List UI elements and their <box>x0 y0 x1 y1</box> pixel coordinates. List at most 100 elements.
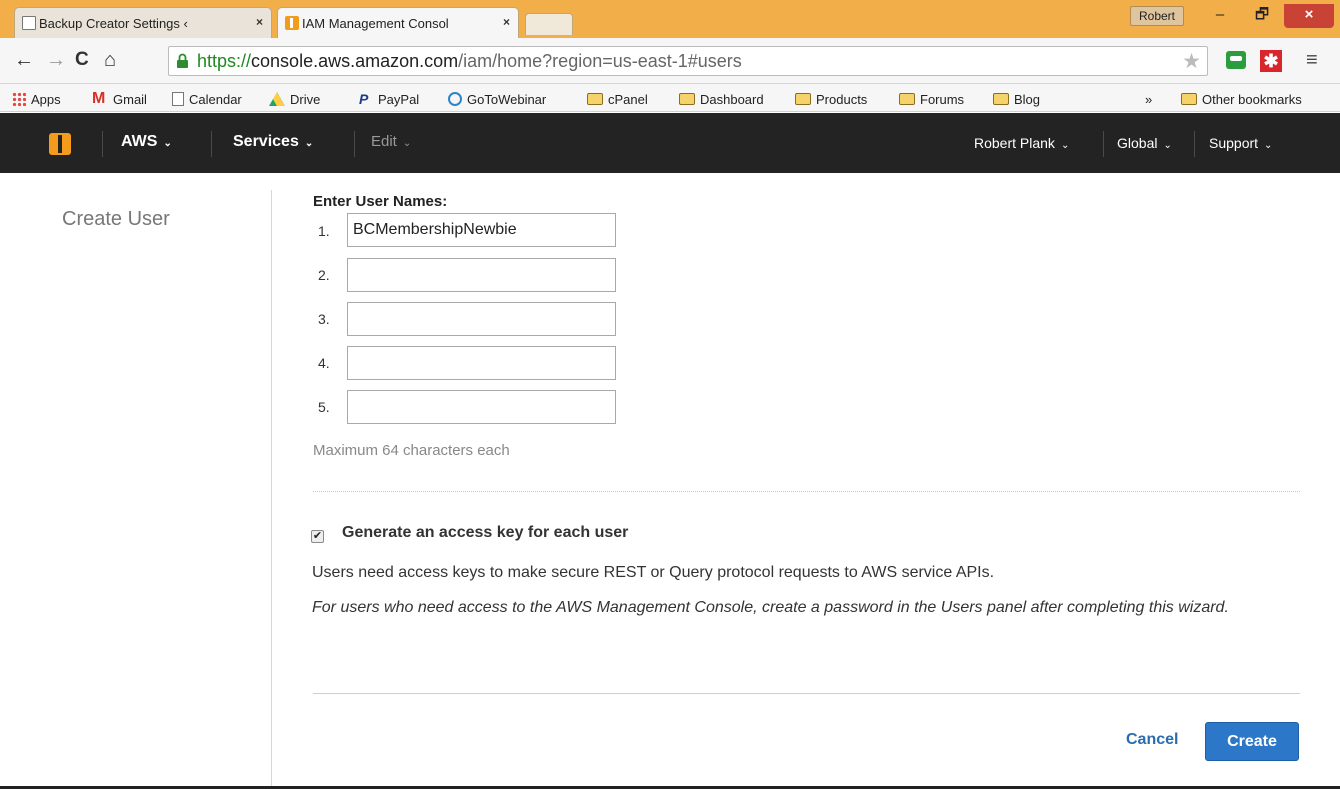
bookmark-forums[interactable]: Forums <box>899 89 964 109</box>
create-button[interactable]: Create <box>1205 722 1299 761</box>
gotowebinar-icon <box>448 92 462 106</box>
folder-icon <box>587 93 603 105</box>
gmail-icon: M <box>92 90 106 107</box>
section-divider <box>313 491 1300 492</box>
aws-menu[interactable]: AWS ⌄ <box>121 133 172 151</box>
nav-divider <box>1103 131 1104 157</box>
account-menu-label: Robert Plank <box>974 135 1055 151</box>
restore-button[interactable]: 🗗 <box>1242 4 1282 28</box>
user-name-input-4[interactable] <box>347 346 616 380</box>
extension-icon[interactable] <box>1226 51 1246 69</box>
region-menu-label: Global <box>1117 135 1158 151</box>
aws-menu-label: AWS <box>121 133 158 150</box>
page-title: Create User <box>62 208 170 230</box>
console-password-note: For users who need access to the AWS Man… <box>312 599 1229 616</box>
aws-logo-icon[interactable] <box>49 133 71 155</box>
bookmark-gotowebinar[interactable]: GoToWebinar <box>448 89 546 109</box>
account-menu[interactable]: Robert Plank ⌄ <box>974 135 1069 151</box>
bookmark-apps[interactable]: Apps <box>12 89 61 109</box>
close-tab-icon[interactable]: × <box>503 15 510 29</box>
chevron-down-icon: ⌄ <box>163 138 172 149</box>
bookmark-label: Apps <box>31 91 61 107</box>
bookmark-label: Calendar <box>189 91 242 107</box>
address-bar[interactable]: https://console.aws.amazon.com/iam/home?… <box>168 46 1208 76</box>
bookmark-gmail[interactable]: M Gmail <box>92 89 147 109</box>
bookmark-cpanel[interactable]: cPanel <box>587 89 648 109</box>
cancel-button[interactable]: Cancel <box>1126 731 1178 749</box>
edit-menu[interactable]: Edit ⌄ <box>371 133 411 150</box>
nav-divider <box>211 131 212 157</box>
support-menu-label: Support <box>1209 135 1259 151</box>
browser-toolbar: ← → C ⌂ https://console.aws.amazon.com/i… <box>0 38 1340 84</box>
bookmark-label: Dashboard <box>700 91 764 107</box>
bookmark-label: GoToWebinar <box>467 91 547 107</box>
back-arrow-icon[interactable]: ← <box>14 49 34 71</box>
chevron-down-icon: ⌄ <box>1264 140 1273 151</box>
reload-icon[interactable]: C <box>75 49 89 71</box>
user-name-input-2[interactable] <box>347 258 616 292</box>
extension-red-icon[interactable]: ✱ <box>1260 50 1282 72</box>
bookmark-calendar[interactable]: Calendar <box>172 89 242 109</box>
user-name-input-3[interactable] <box>347 302 616 336</box>
bookmark-label: Drive <box>290 91 321 107</box>
folder-icon <box>795 93 811 105</box>
services-menu[interactable]: Services ⌄ <box>233 133 313 151</box>
url-path: /iam/home?region=us-east-1#users <box>458 51 742 71</box>
aws-box-icon <box>285 16 299 30</box>
apps-grid-icon <box>12 92 26 106</box>
bookmark-paypal[interactable]: P PayPal <box>359 89 419 109</box>
edit-menu-label: Edit <box>371 133 397 150</box>
folder-icon <box>679 93 695 105</box>
menu-icon[interactable]: ≡ <box>1306 49 1318 72</box>
bookmark-star-icon[interactable]: ★ <box>1182 49 1201 74</box>
user-name-input-1[interactable] <box>347 213 616 247</box>
support-menu[interactable]: Support ⌄ <box>1209 135 1272 151</box>
bookmark-dashboard[interactable]: Dashboard <box>679 89 764 109</box>
url-host: console.aws.amazon.com <box>251 51 459 71</box>
url-scheme: https:// <box>197 51 252 71</box>
chevron-down-icon: ⌄ <box>304 138 314 149</box>
max-characters-hint: Maximum 64 characters each <box>313 442 510 459</box>
enter-user-names-label: Enter User Names: <box>313 193 448 210</box>
user-name-input-5[interactable] <box>347 390 616 424</box>
profile-button[interactable]: Robert <box>1130 6 1184 26</box>
generate-access-key-label[interactable]: Generate an access key for each user <box>342 524 628 542</box>
page-icon <box>22 16 36 30</box>
chevron-down-icon: ⌄ <box>1163 140 1172 151</box>
page-icon <box>172 92 184 106</box>
bookmark-products[interactable]: Products <box>795 89 867 109</box>
close-window-button[interactable]: × <box>1284 4 1334 28</box>
chevron-down-icon: ⌄ <box>402 138 412 149</box>
row-number: 2. <box>318 267 330 283</box>
new-tab-button[interactable] <box>525 13 573 35</box>
chevron-down-icon: ⌄ <box>1060 140 1070 151</box>
region-menu[interactable]: Global ⌄ <box>1117 135 1172 151</box>
tab-backup-creator-settings[interactable]: Backup Creator Settings ‹ × <box>14 7 272 38</box>
bookmark-other[interactable]: Other bookmarks <box>1181 89 1302 109</box>
bookmark-label: Blog <box>1014 91 1041 107</box>
services-menu-label: Services <box>233 133 299 150</box>
row-number: 4. <box>318 355 330 371</box>
nav-divider <box>354 131 355 157</box>
bookmark-label: PayPal <box>378 91 420 107</box>
generate-access-key-checkbox[interactable]: ✔ <box>311 530 324 543</box>
bookmark-label: Products <box>816 91 868 107</box>
tab-title: Backup Creator Settings ‹ <box>39 15 188 31</box>
tab-iam-management-console[interactable]: IAM Management Consol × <box>277 7 519 38</box>
folder-icon <box>993 93 1009 105</box>
row-number: 5. <box>318 399 330 415</box>
forward-arrow-icon[interactable]: → <box>46 49 66 71</box>
bookmark-drive[interactable]: Drive <box>269 89 320 109</box>
home-icon[interactable]: ⌂ <box>104 49 116 71</box>
row-number: 1. <box>318 223 330 239</box>
url-text: https://console.aws.amazon.com/iam/home?… <box>197 51 742 72</box>
aws-nav-bar: AWS ⌄ Services ⌄ Edit ⌄ Robert Plank ⌄ Globa… <box>0 113 1340 173</box>
nav-divider <box>102 131 103 157</box>
access-key-description: Users need access keys to make secure RE… <box>312 564 995 581</box>
bookmark-label: Other bookmarks <box>1202 91 1302 107</box>
minimize-button[interactable]: – <box>1200 4 1240 28</box>
bookmarks-overflow-button[interactable]: » <box>1145 89 1152 109</box>
bookmark-blog[interactable]: Blog <box>993 89 1040 109</box>
close-tab-icon[interactable]: × <box>256 15 263 29</box>
bookmark-label: Gmail <box>113 91 147 107</box>
